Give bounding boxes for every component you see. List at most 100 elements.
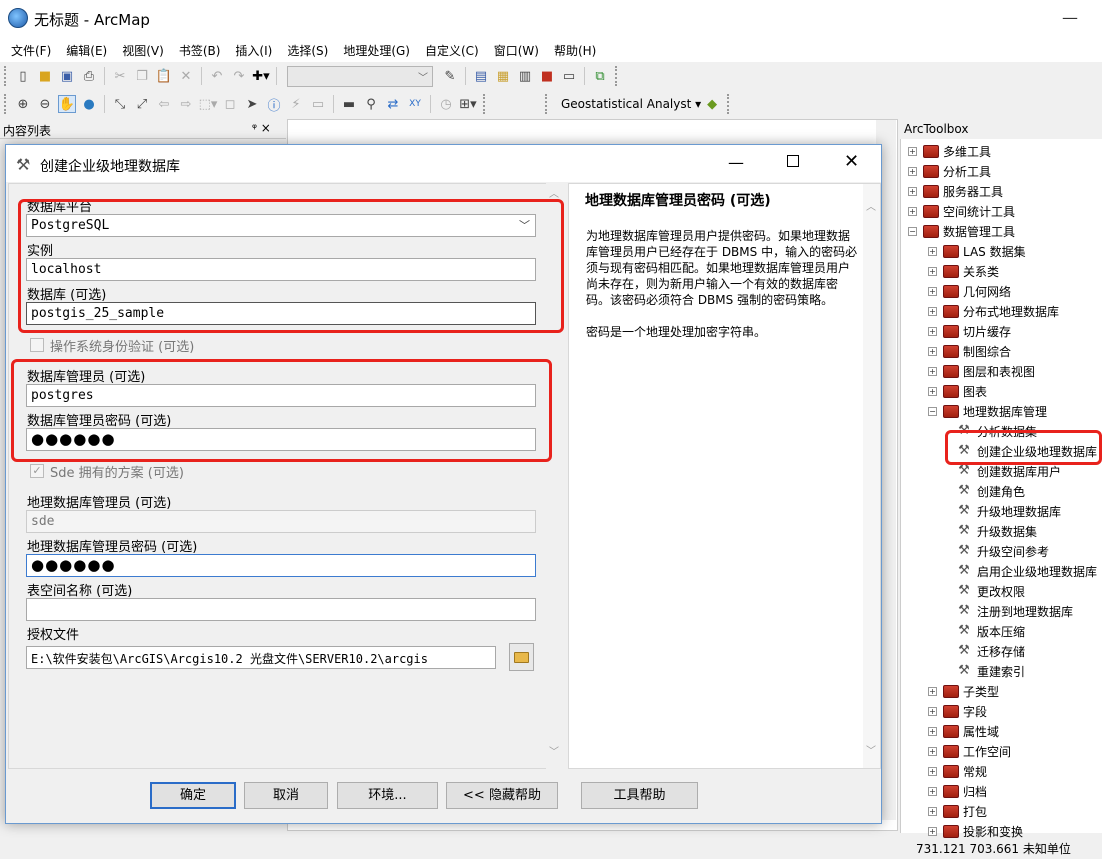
- new-doc-icon[interactable]: ▯: [14, 67, 32, 85]
- expand-icon[interactable]: +: [928, 826, 937, 836]
- toolbar-grip[interactable]: [4, 66, 8, 86]
- gdb-admin-input[interactable]: sde: [26, 510, 536, 533]
- select-elements-icon[interactable]: ➤: [243, 95, 261, 113]
- tool-item[interactable]: ⚒ 升级空间参考: [956, 541, 1049, 561]
- geostatistical-wizard-icon[interactable]: ◆: [703, 95, 721, 113]
- menu-geoprocessing[interactable]: 地理处理(G): [343, 42, 410, 59]
- find-icon[interactable]: ⚲: [362, 95, 380, 113]
- minimize-button[interactable]: —: [1062, 8, 1078, 27]
- help-scrollbar[interactable]: ︿ ﹀: [863, 184, 880, 768]
- add-data-icon[interactable]: ✚▾: [252, 67, 270, 85]
- zoom-out-icon[interactable]: ⊖: [36, 95, 54, 113]
- toolset-item[interactable]: − 数据管理工具: [908, 221, 1015, 241]
- python-window-icon[interactable]: ▭: [560, 67, 578, 85]
- zoom-in-icon[interactable]: ⊕: [14, 95, 32, 113]
- gdb-admin-password-input[interactable]: ●●●●●●: [26, 554, 536, 577]
- tool-item[interactable]: ⚒ 启用企业级地理数据库: [956, 561, 1097, 581]
- menu-view[interactable]: 视图(V): [122, 42, 164, 59]
- expand-icon[interactable]: +: [928, 726, 937, 736]
- tablespace-input[interactable]: [26, 598, 536, 621]
- toolset-item[interactable]: + 子类型: [928, 681, 999, 701]
- forward-extent-icon[interactable]: ⇨: [177, 95, 195, 113]
- toc-pin-close[interactable]: ᵠ ×: [252, 121, 271, 135]
- search-window-icon[interactable]: ▥: [516, 67, 534, 85]
- expand-icon[interactable]: +: [928, 386, 937, 396]
- tool-item[interactable]: ⚒ 创建角色: [956, 481, 1025, 501]
- dialog-close-button[interactable]: ✕: [844, 151, 859, 172]
- cut-icon[interactable]: ✂: [111, 67, 129, 85]
- tool-item[interactable]: ⚒ 重建索引: [956, 661, 1025, 681]
- select-features-icon[interactable]: ⬚▾: [199, 95, 218, 113]
- toolset-item[interactable]: + 图表: [928, 381, 987, 401]
- tool-item[interactable]: ⚒ 更改权限: [956, 581, 1025, 601]
- environments-button[interactable]: 环境...: [337, 782, 438, 809]
- hyperlink-icon[interactable]: ⚡: [287, 95, 305, 113]
- toolset-item[interactable]: + 服务器工具: [908, 181, 1003, 201]
- menu-file[interactable]: 文件(F): [11, 42, 51, 59]
- print-icon[interactable]: ⎙: [80, 67, 98, 85]
- delete-icon[interactable]: ✕: [177, 67, 195, 85]
- browse-button[interactable]: [509, 643, 534, 671]
- toolbar-grip[interactable]: [615, 66, 619, 86]
- collapse-icon[interactable]: −: [908, 226, 917, 236]
- toolset-item[interactable]: + 多维工具: [908, 141, 991, 161]
- toolset-item[interactable]: + 空间统计工具: [908, 201, 1015, 221]
- ok-button[interactable]: 确定: [150, 782, 236, 809]
- expand-icon[interactable]: +: [928, 686, 937, 696]
- expand-icon[interactable]: +: [928, 366, 937, 376]
- expand-icon[interactable]: +: [928, 766, 937, 776]
- cancel-button[interactable]: 取消: [244, 782, 328, 809]
- toolbar-grip[interactable]: [4, 94, 8, 114]
- clear-selection-icon[interactable]: ◻: [221, 95, 239, 113]
- menu-bookmarks[interactable]: 书签(B): [179, 42, 221, 59]
- toolset-item[interactable]: + 几何网络: [928, 281, 1011, 301]
- fixed-zoom-in-icon[interactable]: ⤡: [111, 95, 129, 113]
- dialog-minimize-button[interactable]: —: [728, 153, 744, 172]
- toolset-item[interactable]: + 图层和表视图: [928, 361, 1035, 381]
- toolbar-grip[interactable]: [483, 94, 487, 114]
- catalog-window-icon[interactable]: ▦: [494, 67, 512, 85]
- toolset-item[interactable]: + 归档: [928, 781, 987, 801]
- os-auth-checkbox[interactable]: [30, 338, 44, 352]
- menu-help[interactable]: 帮助(H): [554, 42, 596, 59]
- expand-icon[interactable]: +: [908, 166, 917, 176]
- tool-item[interactable]: ⚒ 版本压缩: [956, 621, 1025, 641]
- back-extent-icon[interactable]: ⇦: [155, 95, 173, 113]
- expand-icon[interactable]: +: [908, 146, 917, 156]
- tool-help-button[interactable]: 工具帮助: [581, 782, 698, 809]
- identify-icon[interactable]: ⓘ: [265, 95, 283, 114]
- dialog-maximize-button[interactable]: [787, 155, 799, 167]
- full-extent-icon[interactable]: ●: [80, 95, 98, 113]
- toolset-item[interactable]: + 字段: [928, 701, 987, 721]
- expand-icon[interactable]: +: [908, 206, 917, 216]
- collapse-icon[interactable]: −: [928, 406, 937, 416]
- arctoolbox-icon[interactable]: ■: [538, 67, 556, 85]
- scroll-down-icon[interactable]: ﹀: [549, 743, 559, 758]
- copy-icon[interactable]: ❐: [133, 67, 151, 85]
- map-scale-combobox[interactable]: ﹀: [287, 65, 433, 87]
- toolset-item[interactable]: + 属性域: [928, 721, 999, 741]
- create-viewer-icon[interactable]: ⊞▾: [459, 95, 477, 113]
- time-slider-icon[interactable]: ◷: [437, 95, 455, 113]
- expand-icon[interactable]: +: [928, 706, 937, 716]
- save-icon[interactable]: ▣: [58, 67, 76, 85]
- measure-icon[interactable]: ▬: [340, 95, 358, 113]
- tool-item[interactable]: ⚒ 升级数据集: [956, 521, 1037, 541]
- toolset-item[interactable]: + 分析工具: [908, 161, 991, 181]
- expand-icon[interactable]: +: [928, 306, 937, 316]
- toolset-item[interactable]: + 工作空间: [928, 741, 1011, 761]
- toolset-item[interactable]: + 打包: [928, 801, 987, 821]
- scroll-down-icon[interactable]: ﹀: [866, 742, 876, 757]
- modelbuilder-icon[interactable]: ⧉: [591, 67, 609, 85]
- expand-icon[interactable]: +: [928, 786, 937, 796]
- sde-schema-checkbox[interactable]: ✓: [30, 464, 44, 478]
- toolbar-grip[interactable]: [545, 94, 549, 114]
- expand-icon[interactable]: +: [908, 186, 917, 196]
- expand-icon[interactable]: +: [928, 326, 937, 336]
- open-icon[interactable]: ■: [36, 67, 54, 85]
- scroll-up-icon[interactable]: ︿: [866, 198, 876, 213]
- hide-help-button[interactable]: << 隐藏帮助: [446, 782, 558, 809]
- tool-item[interactable]: ⚒ 升级地理数据库: [956, 501, 1061, 521]
- toolset-item[interactable]: + 关系类: [928, 261, 999, 281]
- toolset-item[interactable]: − 地理数据库管理: [928, 401, 1047, 421]
